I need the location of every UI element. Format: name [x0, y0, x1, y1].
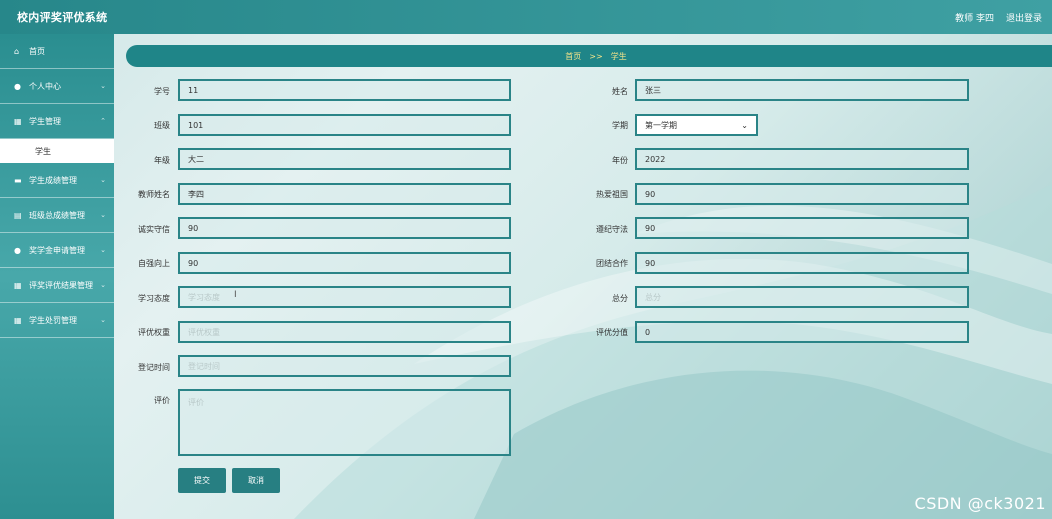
label-teamwork: 团结合作 [596, 259, 628, 268]
label-total-score: 总分 [612, 294, 628, 303]
honesty-input[interactable]: 90 [178, 217, 511, 239]
label-name: 姓名 [612, 87, 628, 96]
self-improvement-input[interactable]: 90 [178, 252, 511, 274]
submit-button[interactable]: 提交 [178, 468, 226, 493]
cancel-button[interactable]: 取消 [232, 468, 280, 493]
teacher-input[interactable]: 李四 [178, 183, 511, 205]
label-self-improvement: 自强向上 [138, 259, 170, 268]
top-right-nav: 教师 李四 退出登录 [955, 11, 1042, 24]
chevron-down-icon: ⌄ [741, 120, 748, 130]
student-form: 学号 11 姓名 张三 班级 101 学期 第一学期 ⌄ 年级 大二 年份 20… [114, 34, 1052, 519]
sidebar-item-student-mgmt[interactable]: ▦ 学生管理 ⌃ [0, 104, 114, 139]
sidebar: ⌂ 首页 ● 个人中心 ⌄ ▦ 学生管理 ⌃ 学生 ▬ 学生成绩管理 ⌄ ▤ 班… [0, 34, 114, 519]
label-register-time: 登记时间 [138, 363, 170, 372]
grade-input[interactable]: 大二 [178, 148, 511, 170]
sidebar-item-label: 奖学金申请管理 [29, 245, 85, 255]
total-score-input[interactable]: 总分 [635, 286, 969, 308]
grid-icon: ▦ [14, 315, 22, 325]
sidebar-item-label: 个人中心 [29, 81, 61, 91]
label-weight: 评优权重 [138, 328, 170, 337]
sidebar-item-home[interactable]: ⌂ 首页 [0, 34, 114, 69]
label-study-attitude: 学习态度 [138, 294, 170, 303]
sidebar-item-scholarship[interactable]: ● 奖学金申请管理 ⌄ [0, 233, 114, 268]
evaluation-textarea[interactable]: 评价 [178, 389, 511, 456]
label-patriotism: 热爱祖国 [596, 190, 628, 199]
chevron-down-icon: ⌄ [100, 211, 106, 219]
semester-select[interactable]: 第一学期 ⌄ [635, 114, 758, 136]
chevron-up-icon: ⌃ [100, 117, 106, 125]
semester-selected: 第一学期 [645, 120, 677, 130]
label-award-score: 评优分值 [596, 328, 628, 337]
sidebar-item-label: 学生处罚管理 [29, 315, 77, 325]
class-input[interactable]: 101 [178, 114, 511, 136]
user-icon: ● [14, 245, 21, 255]
sidebar-item-label: 首页 [29, 46, 45, 56]
sidebar-item-label: 学生成绩管理 [29, 175, 77, 185]
sidebar-subitem-student[interactable]: 学生 [0, 139, 114, 163]
label-discipline: 遵纪守法 [596, 225, 628, 234]
chat-icon: ▬ [14, 175, 22, 185]
register-time-input[interactable]: 登记时间 [178, 355, 511, 377]
home-icon: ⌂ [14, 46, 20, 56]
grid-icon: ▦ [14, 116, 22, 126]
teamwork-input[interactable]: 90 [635, 252, 969, 274]
award-score-input[interactable]: 0 [635, 321, 969, 343]
chevron-down-icon: ⌄ [100, 82, 106, 90]
label-grade: 年级 [154, 156, 170, 165]
discipline-input[interactable]: 90 [635, 217, 969, 239]
chevron-down-icon: ⌄ [100, 176, 106, 184]
grid-icon: ▦ [14, 280, 22, 290]
sidebar-item-score-mgmt[interactable]: ▬ 学生成绩管理 ⌄ [0, 163, 114, 198]
sidebar-item-label: 班级总成绩管理 [29, 210, 85, 220]
label-semester: 学期 [612, 121, 628, 130]
label-student-id: 学号 [154, 87, 170, 96]
patriotism-input[interactable]: 90 [635, 183, 969, 205]
label-class: 班级 [154, 121, 170, 130]
study-attitude-input[interactable]: 学习态度 [178, 286, 511, 308]
sidebar-item-label: 学生管理 [29, 116, 61, 126]
top-bar: 校内评奖评优系统 教师 李四 退出登录 [0, 0, 1052, 34]
app-title: 校内评奖评优系统 [17, 11, 108, 24]
watermark: CSDN @ck3021 [914, 494, 1046, 513]
chevron-down-icon: ⌄ [100, 281, 106, 289]
sidebar-item-label: 评奖评优结果管理 [29, 280, 93, 290]
name-input[interactable]: 张三 [635, 79, 969, 101]
sidebar-item-class-score[interactable]: ▤ 班级总成绩管理 ⌄ [0, 198, 114, 233]
label-teacher: 教师姓名 [138, 190, 170, 199]
logout-link[interactable]: 退出登录 [1006, 11, 1042, 24]
label-evaluation: 评价 [154, 396, 170, 405]
student-id-input[interactable]: 11 [178, 79, 511, 101]
user-label: 教师 李四 [955, 13, 994, 24]
doc-icon: ▤ [14, 210, 22, 220]
sidebar-item-punishment[interactable]: ▦ 学生处罚管理 ⌄ [0, 303, 114, 338]
sidebar-item-award-result[interactable]: ▦ 评奖评优结果管理 ⌄ [0, 268, 114, 303]
label-honesty: 诚实守信 [138, 225, 170, 234]
label-year: 年份 [612, 156, 628, 165]
weight-input[interactable]: 评优权重 [178, 321, 511, 343]
year-input[interactable]: 2022 [635, 148, 969, 170]
user-icon: ● [14, 81, 21, 91]
chevron-down-icon: ⌄ [100, 316, 106, 324]
main-content: 首页 >> 学生 学号 11 姓名 张三 班级 101 学期 第一学期 ⌄ 年级… [114, 34, 1052, 519]
chevron-down-icon: ⌄ [100, 246, 106, 254]
sidebar-item-profile[interactable]: ● 个人中心 ⌄ [0, 69, 114, 104]
text-cursor-icon: I [234, 290, 237, 300]
